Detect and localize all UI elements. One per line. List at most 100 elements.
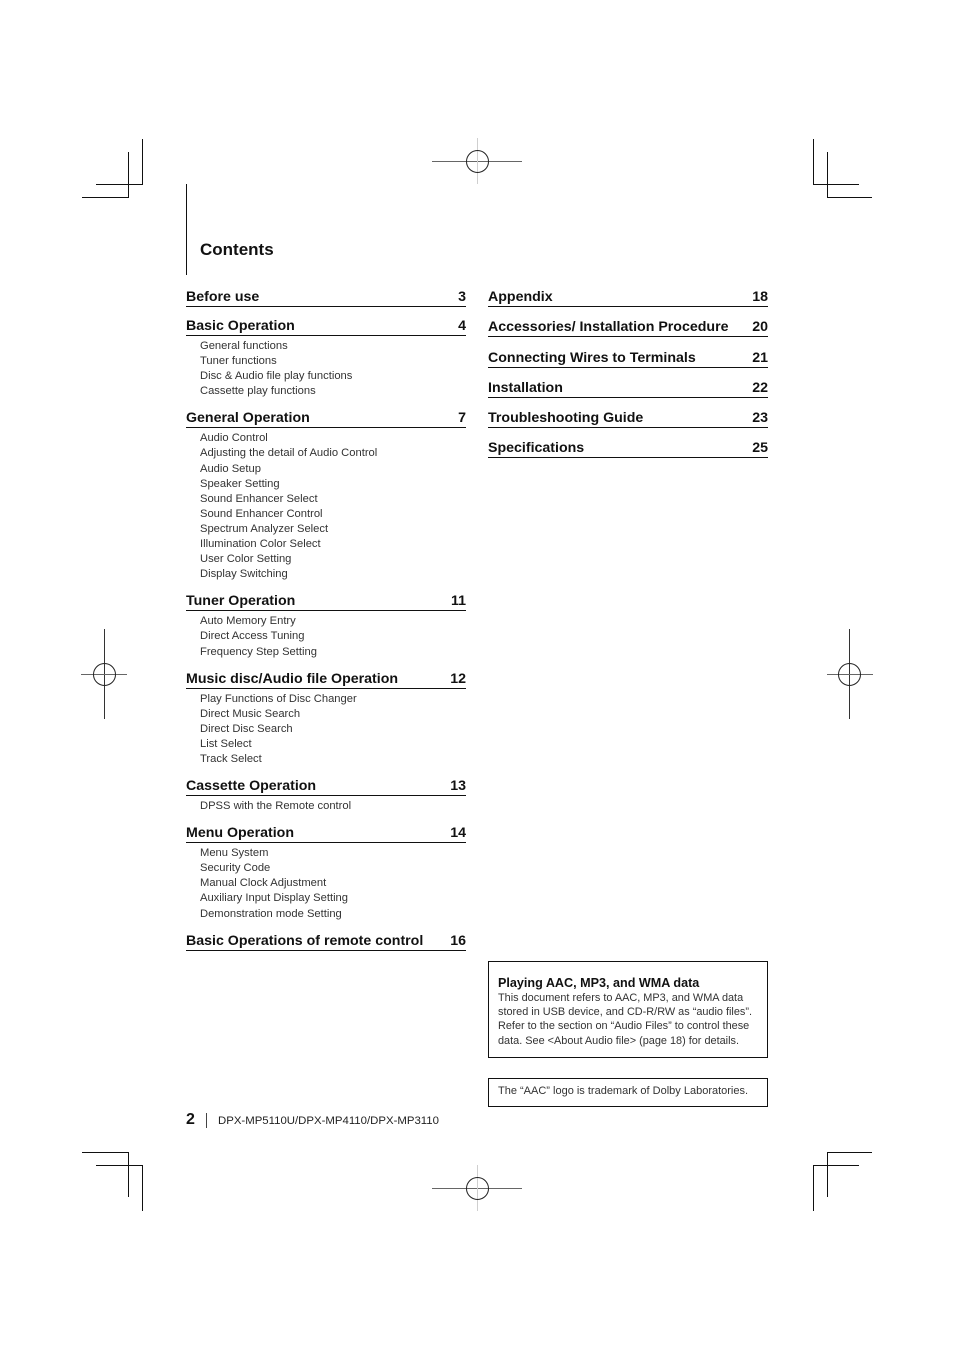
crop-mark-line bbox=[813, 184, 859, 185]
toc-entry[interactable]: Connecting Wires to Terminals 21 bbox=[488, 347, 768, 368]
toc-subentry[interactable]: Play Functions of Disc Changer bbox=[200, 692, 466, 707]
toc-entry-title: Cassette Operation bbox=[186, 778, 317, 795]
toc-entry-page: 23 bbox=[752, 410, 768, 427]
toc-entry-page: 12 bbox=[450, 670, 466, 687]
toc-subentry[interactable]: Disc & Audio file play functions bbox=[200, 369, 466, 384]
toc-entry-title: Menu Operation bbox=[186, 825, 294, 842]
registration-circle-icon bbox=[466, 150, 489, 173]
title-accent-bar bbox=[186, 184, 187, 275]
toc-entry-title: Basic Operations of remote control bbox=[186, 932, 424, 949]
crop-mark-line bbox=[827, 1152, 872, 1153]
toc-subentry[interactable]: User Color Setting bbox=[200, 552, 466, 567]
toc-entry-page: 11 bbox=[451, 593, 466, 610]
crop-mark-line bbox=[128, 152, 129, 198]
toc-entry[interactable]: Specifications 25 bbox=[488, 437, 768, 459]
crop-mark-line bbox=[82, 1152, 128, 1153]
toc-subentry[interactable]: Audio Control bbox=[200, 431, 466, 446]
info-box-body: This document refers to AAC, MP3, and WM… bbox=[498, 992, 753, 1047]
toc-entry[interactable]: Music disc/Audio file Operation 12 bbox=[186, 668, 466, 689]
toc-entry-title: Specifications bbox=[488, 440, 585, 457]
crop-mark-line bbox=[827, 197, 872, 198]
crop-mark-line bbox=[96, 184, 142, 185]
toc-section: Accessories/ Installation Procedure 20 bbox=[488, 316, 768, 338]
toc-subentry[interactable]: Manual Clock Adjustment bbox=[200, 876, 466, 891]
toc-subentry[interactable]: Display Switching bbox=[200, 567, 466, 582]
toc-section: Connecting Wires to Terminals 21 bbox=[488, 347, 768, 368]
toc-entry[interactable]: Accessories/ Installation Procedure 20 bbox=[488, 316, 768, 338]
toc-right-column: Appendix 18 Accessories/ Installation Proc… bbox=[488, 286, 768, 468]
crop-mark-line bbox=[96, 1165, 142, 1166]
toc-section: Music disc/Audio file Operation 12 Play Fu… bbox=[186, 668, 466, 767]
toc-subentry[interactable]: General functions bbox=[200, 339, 466, 354]
toc-entry-page: 3 bbox=[458, 289, 466, 305]
toc-entry-page: 21 bbox=[752, 349, 768, 366]
crop-mark-line bbox=[827, 152, 828, 198]
toc-entry[interactable]: Installation 22 bbox=[488, 377, 768, 398]
toc-subentry[interactable]: Demonstration mode Setting bbox=[200, 907, 466, 922]
toc-subentry[interactable]: Menu System bbox=[200, 846, 466, 861]
toc-entry-title: Before use bbox=[186, 289, 260, 305]
toc-section: Troubleshooting Guide 23 bbox=[488, 407, 768, 429]
crop-mark-line bbox=[142, 139, 143, 185]
toc-subentry[interactable]: Illumination Color Select bbox=[200, 537, 466, 552]
toc-section: Tuner Operation 11 Auto Memory Entry Direct… bbox=[186, 590, 466, 659]
toc-entry[interactable]: Tuner Operation 11 bbox=[186, 590, 466, 612]
toc-entry-title: Accessories/ Installation Procedure bbox=[488, 319, 729, 336]
toc-subentry[interactable]: Speaker Setting bbox=[200, 477, 466, 492]
crop-mark-line bbox=[813, 1165, 814, 1211]
toc-entry[interactable]: General Operation 7 bbox=[186, 407, 466, 429]
crop-mark-line bbox=[827, 1152, 828, 1197]
audio-files-info-box: Playing AAC, MP3, and WMA data This docu… bbox=[488, 961, 768, 1058]
toc-entry-page: 16 bbox=[450, 932, 466, 949]
toc-subentry[interactable]: Direct Access Tuning bbox=[200, 629, 466, 644]
registration-circle-icon bbox=[466, 1177, 489, 1200]
toc-subentry[interactable]: Sound Enhancer Control bbox=[200, 507, 466, 522]
crop-mark-line bbox=[813, 1165, 859, 1166]
toc-subentry[interactable]: Cassette play functions bbox=[200, 384, 466, 399]
toc-subentry[interactable]: Track Select bbox=[200, 752, 466, 767]
toc-subentry[interactable]: Auto Memory Entry bbox=[200, 614, 466, 629]
trademark-note: The “AAC” logo is trademark of Dolby Lab… bbox=[488, 1078, 768, 1107]
toc-subentry[interactable]: List Select bbox=[200, 737, 466, 752]
toc-entry[interactable]: Menu Operation 14 bbox=[186, 822, 466, 844]
toc-subentry[interactable]: Spectrum Analyzer Select bbox=[200, 522, 466, 537]
toc-subentry[interactable]: Tuner functions bbox=[200, 354, 466, 369]
toc-entry-title: Installation bbox=[488, 379, 563, 396]
toc-entry-page: 20 bbox=[752, 319, 768, 336]
footer-separator bbox=[206, 1113, 207, 1128]
toc-entry[interactable]: Appendix 18 bbox=[488, 286, 768, 307]
crop-mark-line bbox=[142, 1165, 143, 1211]
toc-subentry[interactable]: Frequency Step Setting bbox=[200, 645, 466, 660]
toc-subentry[interactable]: Direct Music Search bbox=[200, 707, 466, 722]
toc-entry-page: 22 bbox=[752, 379, 768, 396]
toc-entry-page: 4 bbox=[458, 318, 466, 334]
toc-subentry[interactable]: Direct Disc Search bbox=[200, 722, 466, 737]
toc-entry-title: General Operation bbox=[186, 410, 310, 427]
toc-subentries: Auto Memory Entry Direct Access Tuning Fre… bbox=[186, 611, 466, 659]
toc-entry-page: 13 bbox=[450, 778, 466, 795]
toc-subentry[interactable]: Sound Enhancer Select bbox=[200, 492, 466, 507]
toc-subentry[interactable]: DPSS with the Remote control bbox=[200, 799, 466, 814]
toc-entry-page: 7 bbox=[458, 410, 466, 427]
toc-section: Specifications 25 bbox=[488, 437, 768, 459]
toc-entry[interactable]: Basic Operation 4 bbox=[186, 315, 466, 336]
toc-entry-title: Appendix bbox=[488, 289, 553, 305]
toc-subentry[interactable]: Adjusting the detail of Audio Control bbox=[200, 446, 466, 461]
toc-entry[interactable]: Cassette Operation 13 bbox=[186, 775, 466, 797]
toc-entry[interactable]: Basic Operations of remote control 16 bbox=[186, 930, 466, 951]
toc-subentry[interactable]: Auxiliary Input Display Setting bbox=[200, 891, 466, 906]
registration-circle-icon bbox=[838, 663, 861, 686]
toc-section: Before use 3 bbox=[186, 286, 466, 307]
registration-circle-icon bbox=[93, 663, 116, 686]
toc-section: Menu Operation 14 Menu System Security Code… bbox=[186, 822, 466, 921]
toc-section: Installation 22 bbox=[488, 377, 768, 398]
toc-entry[interactable]: Before use 3 bbox=[186, 286, 466, 307]
toc-entry-title: Connecting Wires to Terminals bbox=[488, 349, 696, 366]
toc-section: Basic Operations of remote control 16 bbox=[186, 930, 466, 951]
toc-entry-title: Basic Operation bbox=[186, 318, 295, 334]
toc-entry[interactable]: Troubleshooting Guide 23 bbox=[488, 407, 768, 429]
toc-subentry[interactable]: Security Code bbox=[200, 861, 466, 876]
info-box-title: Playing AAC, MP3, and WMA data bbox=[498, 976, 700, 990]
crop-mark-line bbox=[82, 197, 128, 198]
toc-subentry[interactable]: Audio Setup bbox=[200, 462, 466, 477]
